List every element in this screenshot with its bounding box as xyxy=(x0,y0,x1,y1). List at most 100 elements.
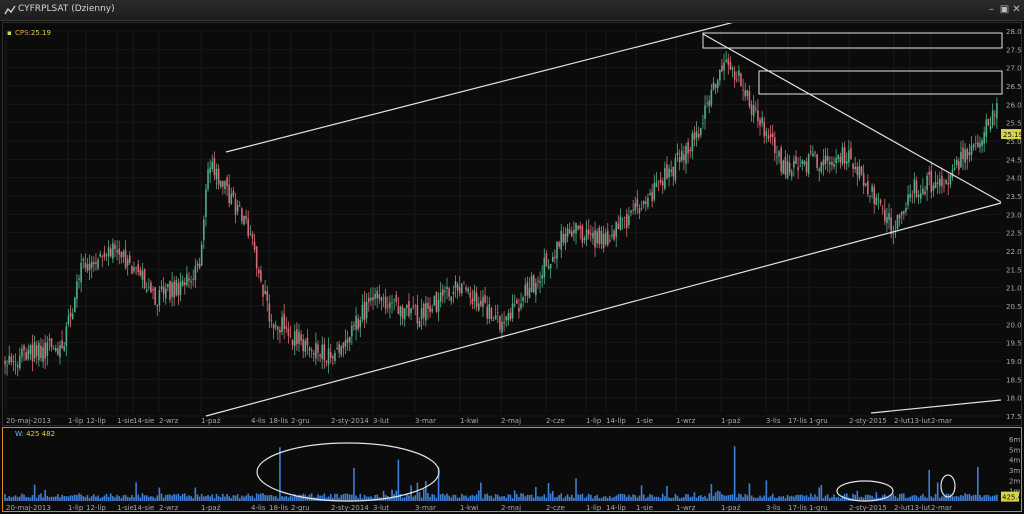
candle-body xyxy=(475,293,478,307)
candle-body xyxy=(628,215,630,226)
candle-body xyxy=(795,156,797,164)
candle-body xyxy=(619,216,622,230)
x-tick-label: 1-lip xyxy=(586,417,602,425)
volume-bar xyxy=(820,484,823,501)
candle-body xyxy=(776,156,778,158)
x-tick-label: 12-lip xyxy=(86,417,106,425)
candle-body xyxy=(729,62,732,70)
volume-bar xyxy=(14,495,17,501)
x-tick-label: 4-lis xyxy=(251,417,266,425)
volume-x-tick-label: 2-gru xyxy=(291,504,310,512)
volume-bar xyxy=(448,495,450,501)
volume-bar xyxy=(833,494,835,501)
candle-body xyxy=(632,209,634,211)
candle-body xyxy=(754,108,757,110)
x-tick-label: 1-wrz xyxy=(676,417,696,425)
volume-bar xyxy=(795,495,797,501)
volume-bar xyxy=(587,493,590,501)
volume-bar xyxy=(968,493,971,501)
volume-bar xyxy=(518,497,520,501)
volume-bar xyxy=(708,493,711,501)
volume-x-tick-label: 1-lip xyxy=(586,504,602,512)
volume-bar xyxy=(336,493,338,501)
candle-body xyxy=(247,219,250,236)
candle-body xyxy=(203,219,205,241)
candle-body xyxy=(467,288,469,292)
volume-bar xyxy=(86,494,89,501)
volume-bar xyxy=(27,497,30,501)
candle-body xyxy=(120,252,123,258)
close-icon[interactable]: ✕ xyxy=(1010,3,1023,16)
volume-bar xyxy=(416,482,419,501)
volume-bar xyxy=(226,493,228,501)
volume-bar xyxy=(676,495,679,501)
volume-bar xyxy=(95,496,97,501)
volume-bar xyxy=(640,485,643,501)
volume-bar xyxy=(213,498,216,501)
candle-body xyxy=(528,288,531,298)
volume-bar xyxy=(545,497,548,501)
volume-bar xyxy=(6,497,8,501)
candle-body xyxy=(689,149,692,152)
volume-bar xyxy=(209,496,211,501)
candle-body xyxy=(78,278,80,280)
volume-bar xyxy=(630,496,632,501)
candle-body xyxy=(989,126,992,130)
y-tick-label: 19.5 xyxy=(1006,340,1022,348)
volume-bar xyxy=(913,494,916,501)
candle-body xyxy=(456,284,459,291)
candle-body xyxy=(361,304,364,320)
y-tick-label: 25.5 xyxy=(1006,120,1022,128)
candle-body xyxy=(570,231,573,237)
volume-annotation-ellipse xyxy=(940,474,956,498)
candle-body xyxy=(173,281,175,298)
candle-body xyxy=(416,304,419,324)
candle-body xyxy=(67,316,70,324)
volume-bar xyxy=(143,495,146,501)
volume-bar xyxy=(528,494,531,501)
volume-bar xyxy=(568,496,571,501)
volume-bar xyxy=(490,495,493,501)
volume-bar xyxy=(503,495,505,501)
price-chart-panel[interactable]: 17.5 18.0 18.5 19.0 19.5 20.0 20.5 21.0 21.5 22.0… xyxy=(2,22,1023,426)
volume-bar xyxy=(962,495,964,501)
volume-bar xyxy=(120,498,123,501)
candle-body xyxy=(566,228,569,237)
candle-body xyxy=(615,221,618,237)
candle-body xyxy=(427,302,429,309)
candle-body xyxy=(82,258,85,261)
candle-body xyxy=(769,134,772,137)
volume-bar xyxy=(816,496,818,501)
volume-bar xyxy=(907,497,909,501)
volume-chart-panel[interactable]: 1m2m3m4m5m6m20-maj-20131-lip12-lip1-sie1… xyxy=(2,427,1023,512)
volume-x-tick-label: 1-kwi xyxy=(460,504,479,512)
volume-bar xyxy=(162,497,165,501)
candle-body xyxy=(725,60,727,62)
volume-bar xyxy=(936,482,939,501)
candle-body xyxy=(611,234,613,237)
volume-bar xyxy=(266,495,269,501)
volume-y-tick-label: 4m xyxy=(1009,457,1020,465)
candle-body xyxy=(638,208,641,214)
candle-body xyxy=(661,181,664,186)
candle-body xyxy=(518,308,520,312)
candle-body xyxy=(543,257,546,278)
candle-body xyxy=(249,233,252,235)
candle-body xyxy=(376,290,379,299)
candle-body xyxy=(835,158,837,164)
candle-body xyxy=(192,279,195,280)
candle-body xyxy=(27,349,30,360)
volume-bar xyxy=(76,495,78,501)
candle-body xyxy=(949,174,952,185)
title-bar: CYFRPLSAT (Dzienny) – ▣ ✕ xyxy=(0,0,1024,21)
minimize-icon[interactable]: – xyxy=(985,3,998,16)
volume-bar xyxy=(348,494,351,501)
candle-body xyxy=(291,340,294,346)
volume-bar xyxy=(691,496,694,501)
volume-bar xyxy=(543,494,546,501)
candle-body xyxy=(315,343,317,359)
candle-body xyxy=(198,263,201,268)
volume-x-tick-label: 3-lut xyxy=(373,504,389,512)
volume-bar xyxy=(680,497,683,501)
volume-bar xyxy=(255,493,258,501)
